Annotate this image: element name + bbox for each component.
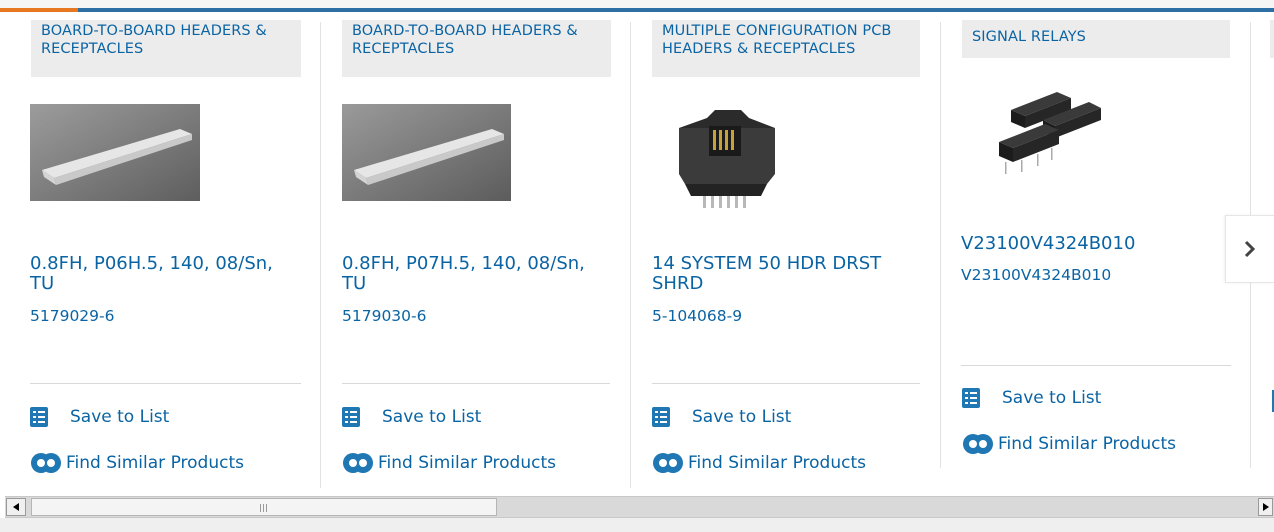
similar-products-icon <box>31 453 61 473</box>
save-to-list-button[interactable]: Save to List <box>652 407 791 427</box>
card-divider <box>630 22 631 488</box>
product-category[interactable]: BOARD-TO-BOARD HEADERS & RECEPTACLES <box>31 20 301 77</box>
card-divider <box>320 22 321 488</box>
top-accent-bar <box>0 0 1274 12</box>
product-title-link[interactable]: 0.8FH, P06H.5, 140, 08/Sn, TU <box>30 254 300 294</box>
find-similar-button[interactable]: Find Similar Products <box>30 452 244 474</box>
product-title-link[interactable]: V23100V4324B010 <box>961 234 1231 254</box>
scroll-right-button[interactable] <box>1258 498 1273 516</box>
find-similar-button[interactable]: Find Similar Products <box>962 433 1176 455</box>
save-to-list-label: Save to List <box>1002 388 1102 408</box>
product-category[interactable]: BOARD-TO-BOARD HEADERS & RECEPTACLES <box>342 20 611 77</box>
card-separator <box>342 383 610 384</box>
product-card-3: MULTIPLE CONFIGURATION PCB HEADERS & REC… <box>651 12 923 488</box>
product-card-4: SIGNAL RELAYS V23100V4324B010 V23100V432… <box>961 12 1233 488</box>
find-similar-label: Find Similar Products <box>66 453 244 473</box>
save-to-list-button[interactable]: Save to List <box>30 407 169 427</box>
board-connector-image[interactable] <box>30 104 200 201</box>
part-number-link[interactable]: 5-104068-9 <box>652 307 742 325</box>
product-category[interactable]: SIGNAL RELAYS <box>962 20 1230 58</box>
save-to-list-button[interactable]: Save to List <box>342 407 481 427</box>
scrollbar-thumb[interactable] <box>31 498 497 516</box>
part-number-link[interactable]: V23100V4324B010 <box>961 266 1111 284</box>
product-category[interactable]: MULTIPLE CONFIGURATION PCB HEADERS & REC… <box>652 20 920 77</box>
save-to-list-label: Save to List <box>70 407 170 427</box>
checklist-icon <box>962 388 980 408</box>
checklist-icon <box>30 407 48 427</box>
board-connector-image[interactable] <box>342 104 511 201</box>
similar-products-icon <box>963 434 993 454</box>
save-to-list-button[interactable]: Save to List <box>962 388 1101 408</box>
pcb-header-image[interactable] <box>671 104 781 216</box>
product-title-link[interactable]: 14 SYSTEM 50 HDR DRST SHRD <box>652 254 922 294</box>
product-title-link[interactable]: 0.8FH, P07H.5, 140, 08/Sn, TU <box>342 254 612 294</box>
carousel-next-button[interactable] <box>1225 215 1274 283</box>
save-to-list-label: Save to List <box>692 407 792 427</box>
product-card-2: BOARD-TO-BOARD HEADERS & RECEPTACLES 0.8… <box>341 12 613 488</box>
card-separator <box>652 383 920 384</box>
part-number-link[interactable]: 5179030-6 <box>342 307 427 325</box>
card-divider <box>940 22 941 468</box>
card-separator <box>961 365 1231 366</box>
page-bottom-area <box>0 518 1274 532</box>
find-similar-button[interactable]: Find Similar Products <box>652 452 866 474</box>
signal-relay-image[interactable] <box>991 84 1103 184</box>
find-similar-label: Find Similar Products <box>688 453 866 473</box>
checklist-icon <box>652 407 670 427</box>
find-similar-label: Find Similar Products <box>378 453 556 473</box>
checklist-icon <box>342 407 360 427</box>
similar-products-icon <box>343 453 373 473</box>
similar-products-icon <box>653 453 683 473</box>
arrow-left-icon <box>13 503 19 511</box>
arrow-right-icon <box>1262 503 1269 511</box>
find-similar-button[interactable]: Find Similar Products <box>342 452 556 474</box>
part-number-link[interactable]: 5179029-6 <box>30 307 115 325</box>
find-similar-label: Find Similar Products <box>998 434 1176 454</box>
grip-icon <box>260 504 268 512</box>
chevron-right-icon <box>1244 240 1256 258</box>
product-card-1: BOARD-TO-BOARD HEADERS & RECEPTACLES 0.8… <box>30 12 302 488</box>
scroll-left-button[interactable] <box>6 498 26 516</box>
save-to-list-label: Save to List <box>382 407 482 427</box>
card-separator <box>30 383 301 384</box>
horizontal-scrollbar[interactable] <box>5 496 1274 518</box>
